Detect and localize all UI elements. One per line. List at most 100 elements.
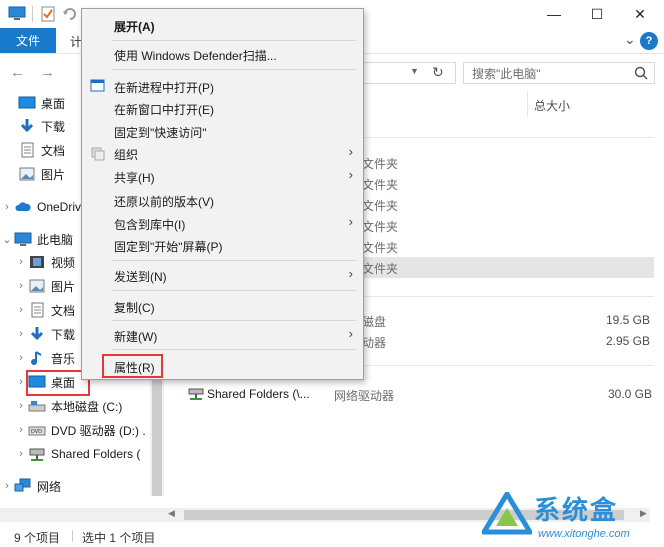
menu-item-pin-quick-access[interactable]: 固定到"快速访问": [114, 124, 207, 141]
svg-text:DVD: DVD: [31, 429, 42, 435]
chevron-right-icon[interactable]: ›: [14, 424, 28, 436]
document-icon: [28, 302, 46, 318]
nav-item-network[interactable]: › 网络: [0, 475, 150, 497]
nav-item-shared-folders[interactable]: › Shared Folders (: [0, 443, 150, 465]
chevron-right-icon: ›: [348, 214, 353, 229]
shared-folder-size: 30.0 GB: [607, 387, 652, 401]
menu-item-defender-scan[interactable]: 使用 Windows Defender扫描...: [114, 47, 277, 64]
menu-separator: [112, 290, 356, 291]
chevron-down-icon[interactable]: ⌄: [624, 31, 636, 48]
shared-folder-name: Shared Folders (\...: [207, 387, 310, 401]
nav-item-label: 视频: [51, 255, 76, 270]
folder-type-cell: 文件夹: [362, 241, 399, 255]
chevron-right-icon: ›: [348, 266, 353, 281]
nav-item-label: 桌面: [41, 96, 66, 111]
menu-item-pin-start[interactable]: 固定到"开始"屏幕(P): [114, 238, 223, 255]
new-process-icon: [90, 78, 106, 94]
search-input[interactable]: 搜索"此电脑": [463, 62, 655, 84]
computer-icon: [14, 231, 32, 247]
help-button[interactable]: ?: [640, 32, 658, 50]
nav-item-label: 此电脑: [37, 232, 74, 247]
menu-item-share[interactable]: 共享(H): [114, 169, 155, 186]
menu-item-expand[interactable]: 展开(A): [114, 18, 155, 35]
nav-item-label: 图片: [51, 279, 76, 294]
maximize-button[interactable]: ☐: [575, 0, 619, 28]
picture-icon: [18, 166, 36, 182]
desktop-icon: [18, 95, 36, 111]
chevron-right-icon[interactable]: ›: [0, 480, 14, 492]
nav-item-label: 图片: [41, 167, 66, 182]
download-icon: [28, 326, 46, 342]
menu-item-restore-versions[interactable]: 还原以前的版本(V): [114, 193, 214, 210]
nav-item-label: 下载: [41, 119, 66, 134]
refresh-icon[interactable]: ↻: [432, 64, 444, 81]
video-icon: [28, 254, 46, 270]
computer-icon[interactable]: [8, 6, 26, 21]
forward-arrow-icon[interactable]: →: [40, 64, 55, 81]
network-drive-icon: [28, 446, 46, 462]
menu-item-organize[interactable]: 组织: [114, 146, 138, 163]
nav-item-local-disk[interactable]: › 本地磁盘 (C:): [0, 395, 150, 417]
menu-separator: [112, 40, 356, 41]
selected-count: 选中 1 个项目: [82, 531, 156, 545]
nav-item-label: 文档: [41, 143, 66, 158]
drive-icon: [28, 398, 46, 414]
menu-item-new[interactable]: 新建(W): [114, 328, 157, 345]
menu-item-send-to[interactable]: 发送到(N): [114, 268, 167, 285]
chevron-right-icon[interactable]: ›: [14, 280, 28, 292]
drive-size-cell: 2.95 GB: [605, 334, 650, 348]
folder-type-cell: 文件夹: [362, 178, 399, 192]
chevron-right-icon: ›: [348, 144, 353, 159]
network-drive-icon: [188, 386, 204, 402]
nav-horizontal-scrollbar[interactable]: [0, 508, 164, 522]
section-divider: [362, 137, 654, 138]
menu-separator: [112, 69, 356, 70]
menu-separator: [112, 260, 356, 261]
nav-item-dvd[interactable]: › DVD DVD 驱动器 (D:) .: [0, 419, 150, 441]
nav-item-label: 音乐: [51, 351, 76, 366]
close-button[interactable]: ✕: [618, 0, 662, 28]
folder-type-cell: 文件夹: [362, 157, 399, 171]
section-divider: [362, 296, 654, 297]
chevron-right-icon[interactable]: ›: [14, 256, 28, 268]
menu-item-open-new-process[interactable]: 在新进程中打开(P): [114, 79, 214, 96]
chevron-right-icon[interactable]: ›: [0, 201, 14, 213]
chevron-right-icon: ›: [348, 326, 353, 341]
selected-row[interactable]: [362, 257, 654, 278]
menu-separator: [112, 320, 356, 321]
minimize-button[interactable]: —: [532, 0, 576, 28]
column-header-total-size[interactable]: 总大小: [534, 97, 570, 114]
back-arrow-icon[interactable]: ←: [10, 64, 25, 81]
column-separator[interactable]: [527, 92, 528, 116]
document-icon: [18, 142, 36, 158]
item-count: 9 个项目: [14, 531, 61, 545]
list-item[interactable]: Shared Folders (\... 网络驱动器 30.0 GB: [188, 386, 658, 404]
undo-icon[interactable]: [62, 6, 78, 22]
scroll-left-icon[interactable]: ◀: [168, 508, 175, 519]
chevron-down-icon[interactable]: ▼: [410, 66, 419, 76]
watermark-url: www.xitonghe.com: [538, 528, 630, 540]
watermark-text: 系统盒: [534, 495, 619, 525]
chevron-right-icon[interactable]: ›: [14, 448, 28, 460]
status-divider: [72, 530, 73, 542]
menu-separator: [112, 349, 356, 350]
chevron-right-icon[interactable]: ›: [14, 400, 28, 412]
menu-item-copy[interactable]: 复制(C): [114, 299, 155, 316]
drive-type-cell: 动器: [362, 336, 387, 350]
chevron-right-icon[interactable]: ›: [14, 304, 28, 316]
chevron-right-icon[interactable]: ›: [14, 352, 28, 364]
nav-item-label: Shared Folders (: [51, 447, 141, 461]
picture-icon: [28, 278, 46, 294]
properties-quick-icon[interactable]: [40, 6, 56, 22]
menu-item-open-new-window[interactable]: 在新窗口中打开(E): [114, 101, 214, 118]
properties-highlight-box: [102, 354, 163, 378]
chevron-right-icon[interactable]: ›: [14, 328, 28, 340]
chevron-right-icon: ›: [348, 167, 353, 182]
tab-file[interactable]: 文件: [0, 28, 56, 53]
drive-size-cell: 19.5 GB: [605, 313, 650, 327]
folder-type-cell: 文件夹: [362, 262, 399, 276]
shared-folder-type: 网络驱动器: [334, 389, 395, 403]
chevron-down-icon[interactable]: ⌄: [0, 233, 14, 246]
menu-item-include-library[interactable]: 包含到库中(I): [114, 216, 185, 233]
folder-type-cell: 文件夹: [362, 220, 399, 234]
